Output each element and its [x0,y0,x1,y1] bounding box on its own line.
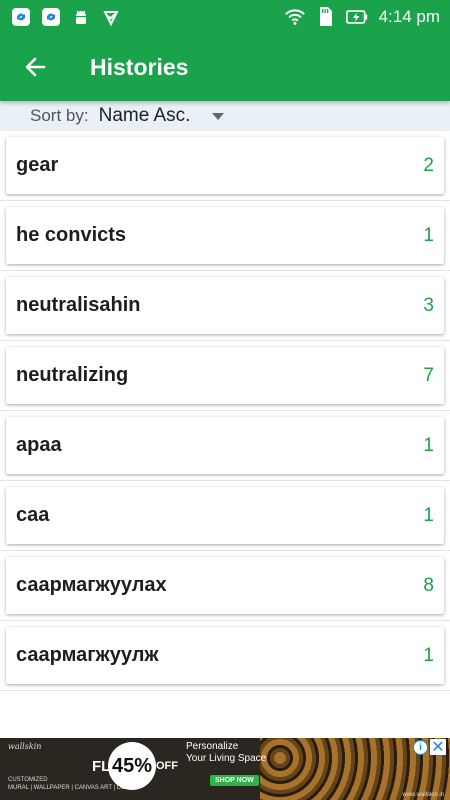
history-list: gear 2 he convicts 1 neutralisahin 3 neu… [0,131,450,691]
ad-discount-badge: 45% [108,742,156,790]
sync-icon [40,6,62,28]
history-word: gear [16,154,59,176]
history-count: 2 [423,154,434,176]
sort-label: Sort by: [30,106,89,125]
history-card[interactable]: he convicts 1 [6,207,444,264]
history-card[interactable]: caa 1 [6,487,444,544]
ad-url: www.wallskin.in [402,792,444,798]
ad-tagline-1: Personalize [186,741,239,752]
status-bar-notifications [10,6,122,28]
android-icon [70,6,92,28]
list-item: gear 2 [0,131,450,201]
back-button[interactable] [17,49,53,85]
ad-off: OFF [156,760,178,772]
list-item: apaa 1 [0,411,450,481]
status-time: 4:14 pm [378,6,440,26]
ad-info-icon[interactable]: i [413,740,428,755]
history-count: 3 [423,294,434,316]
list-item: neutralizing 7 [0,341,450,411]
history-card[interactable]: gear 2 [6,137,444,194]
ad-tagline: Personalize Your Living Space [186,741,266,765]
list-item: he convicts 1 [0,201,450,271]
list-item: саармагжуулах 8 [0,551,450,621]
ad-close-icon[interactable]: ✕ [430,739,446,756]
sync-icon [10,6,32,28]
ad-banner[interactable]: wallskin CUSTOMIZED MURAL | WALLPAPER | … [0,738,450,800]
ad-percent: 45% [111,754,153,777]
status-bar: 4:14 pm [0,0,450,33]
status-bar-system: 4:14 pm [284,6,440,28]
list-item: саармагжуулж 1 [0,621,450,691]
history-word: caa [16,504,50,526]
history-card[interactable]: саармагжуулж 1 [6,627,444,684]
sort-value: Name Asc. [98,105,191,126]
history-word: apaa [16,434,62,456]
battery-charging-icon [345,6,368,28]
history-word: neutralisahin [16,294,141,316]
history-card[interactable]: neutralizing 7 [6,347,444,404]
history-card[interactable]: apaa 1 [6,417,444,474]
history-count: 1 [423,644,434,666]
sort-bar: Sort by: Name Asc. [0,101,450,131]
arrow-left-icon [25,57,46,77]
wifi-icon [284,6,306,28]
sd-card-icon [315,6,337,28]
history-card[interactable]: neutralisahin 3 [6,277,444,334]
history-word: саармагжуулах [16,574,167,596]
dropdown-caret-icon [212,112,225,120]
ad-shop-now-button[interactable]: SHOP NOW [210,775,259,786]
history-count: 8 [423,574,434,596]
history-count: 1 [423,504,434,526]
list-item: neutralisahin 3 [0,271,450,341]
history-count: 7 [423,364,434,386]
history-count: 1 [423,434,434,456]
download-check-icon [100,6,122,28]
app-bar: Histories [0,33,450,101]
list-item: caa 1 [0,481,450,551]
page-title: Histories [90,53,189,80]
history-card[interactable]: саармагжуулах 8 [6,557,444,614]
history-count: 1 [423,224,434,246]
ad-tagline-2: Your Living Space [186,753,267,764]
history-word: neutralizing [16,364,129,386]
history-word: he convicts [16,224,127,246]
history-word: саармагжуулж [16,644,159,666]
ad-brand-block: wallskin [8,742,41,751]
ad-brand: wallskin [8,742,42,751]
sort-dropdown[interactable]: Name Asc. [99,105,225,127]
